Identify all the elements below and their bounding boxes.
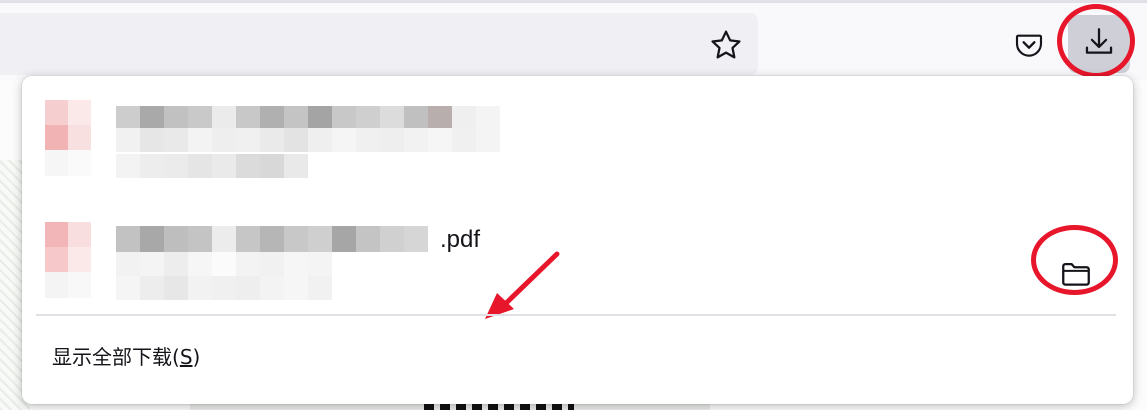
annotation-circle-folder	[1031, 225, 1118, 295]
show-all-downloads-button[interactable]: 显示全部下载(S)	[52, 342, 200, 372]
pocket-icon	[1013, 29, 1045, 66]
star-outline-icon	[709, 28, 743, 67]
download-size-redacted	[116, 154, 308, 178]
browser-toolbar	[0, 0, 1147, 80]
file-type-icon	[45, 222, 91, 298]
url-bar[interactable]	[0, 13, 758, 75]
download-status-redacted	[116, 128, 500, 152]
annotation-circle-downloads	[1057, 4, 1135, 78]
bookmark-star-button[interactable]	[706, 27, 746, 67]
show-all-label-end: )	[192, 345, 201, 369]
download-size-redacted	[116, 276, 332, 300]
download-status-redacted	[116, 252, 332, 276]
download-filename-redacted	[116, 226, 428, 252]
download-item[interactable]	[22, 100, 1133, 204]
download-filename-extension: .pdf	[440, 226, 481, 253]
panel-divider	[36, 314, 1116, 316]
show-all-accesskey: S	[179, 345, 193, 369]
show-all-label: 显示全部下载(	[52, 345, 180, 369]
downloads-panel: .pdf 显示全部下载(S)	[22, 76, 1133, 404]
pocket-button[interactable]	[1009, 27, 1049, 67]
file-type-icon	[45, 100, 91, 176]
